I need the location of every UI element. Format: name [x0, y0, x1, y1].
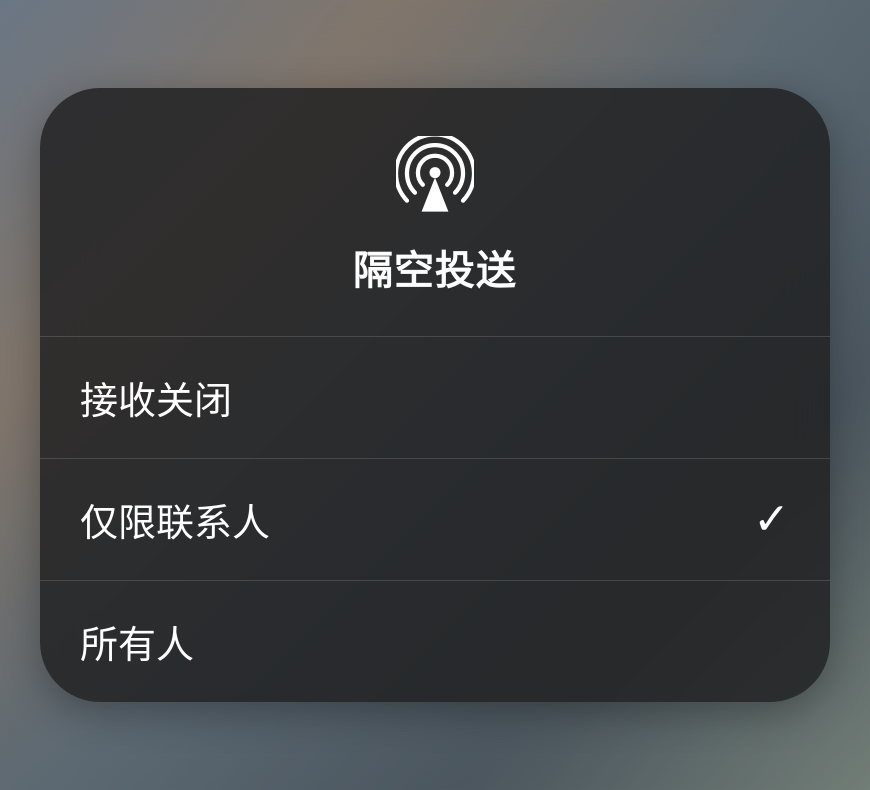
option-label: 仅限联系人 [80, 492, 270, 547]
option-contacts-only[interactable]: 仅限联系人 ✓ [40, 458, 830, 580]
option-receiving-off[interactable]: 接收关闭 ✓ [40, 336, 830, 458]
airdrop-icon [396, 136, 474, 214]
option-label: 所有人 [80, 614, 194, 669]
checkmark-icon: ✓ [753, 498, 790, 542]
panel-header: 隔空投送 [40, 88, 830, 336]
panel-title: 隔空投送 [353, 238, 517, 296]
option-label: 接收关闭 [80, 370, 232, 425]
airdrop-settings-panel: 隔空投送 接收关闭 ✓ 仅限联系人 ✓ 所有人 ✓ [40, 88, 830, 702]
option-list: 接收关闭 ✓ 仅限联系人 ✓ 所有人 ✓ [40, 336, 830, 702]
option-everyone[interactable]: 所有人 ✓ [40, 580, 830, 702]
